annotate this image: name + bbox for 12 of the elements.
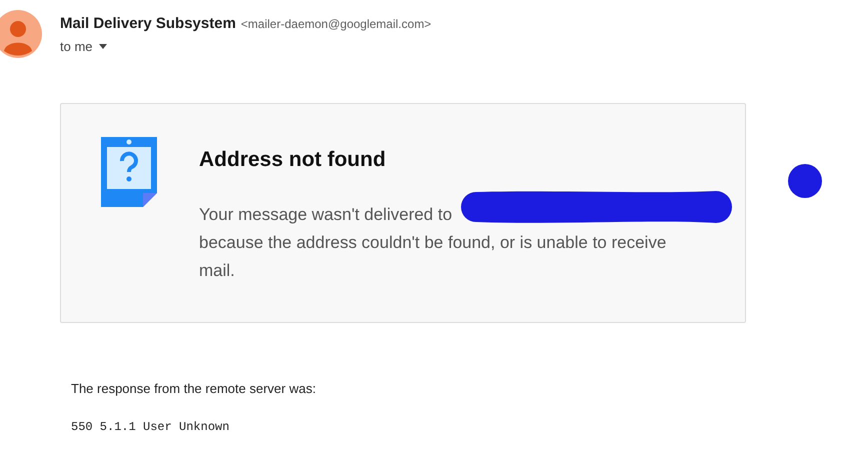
question-document-icon: [101, 137, 157, 207]
notice-title: Address not found: [199, 147, 387, 173]
sender-name: Mail Delivery Subsystem: [60, 14, 236, 34]
response-code: 550 5.1.1 User Unknown: [71, 418, 230, 436]
dot-mark: [788, 164, 822, 198]
notice-message-start: Your message wasn't delivered to: [199, 204, 452, 226]
caret-icon: [98, 44, 107, 49]
recipient-dropdown[interactable]: to me: [60, 36, 432, 56]
notice-message: because the address couldn't be found, or is unable to receive mail.: [199, 232, 668, 282]
sender-address: <mailer-daemon@googlemail.com>: [240, 16, 432, 33]
response-intro: The response from the remote server was:: [71, 380, 317, 398]
avatar-icon: [0, 10, 42, 58]
